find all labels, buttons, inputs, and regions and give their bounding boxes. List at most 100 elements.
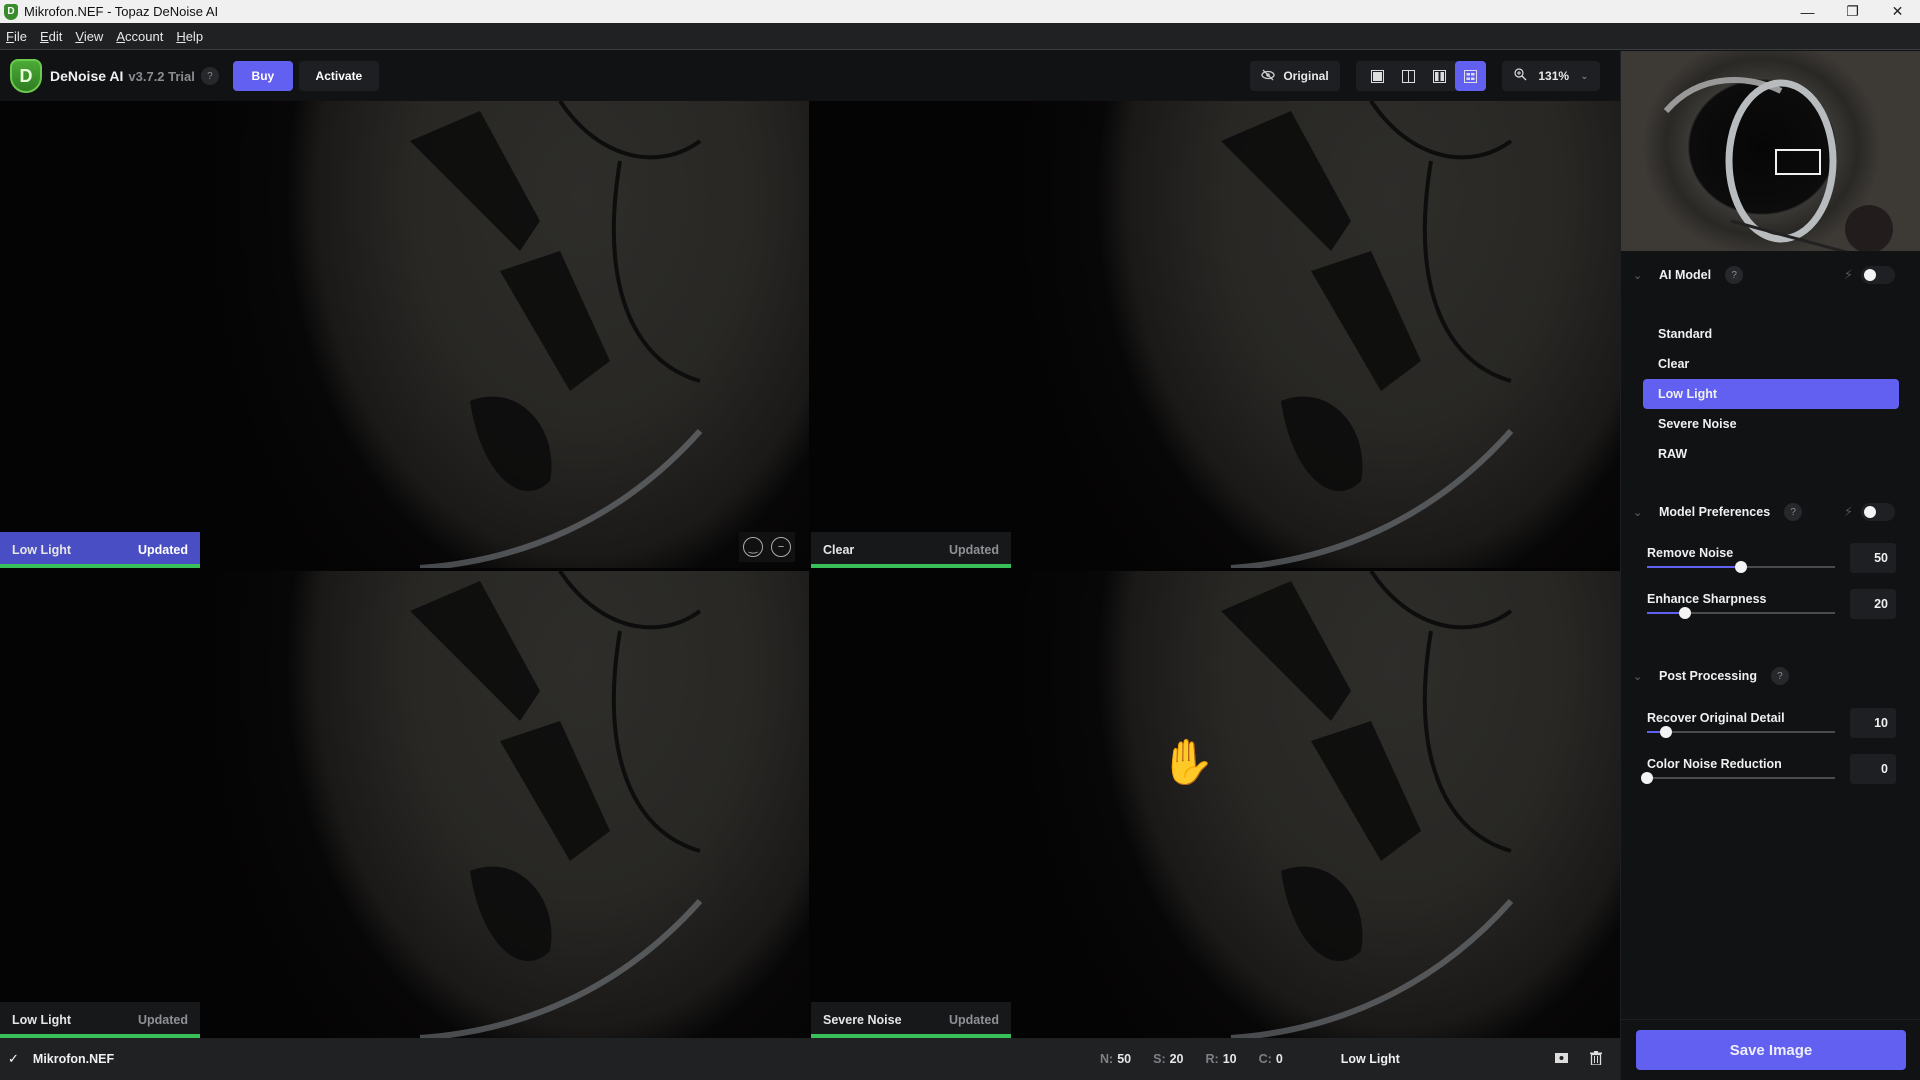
- side-by-side-view-icon: [1433, 69, 1446, 83]
- image-comparison-viewport[interactable]: Low Light Updated ‿ − Clear Updated Low …: [0, 101, 1620, 1038]
- preview-pane[interactable]: Severe Noise Updated: [811, 571, 1620, 1038]
- image-preview-icon[interactable]: [1555, 1052, 1568, 1066]
- current-model: Low Light: [1340, 1052, 1400, 1066]
- eye-off-icon: [1261, 68, 1275, 85]
- divider: [1621, 1019, 1920, 1020]
- menu-view[interactable]: View: [75, 29, 103, 44]
- window-titlebar: D Mikrofon.NEF - Topaz DeNoise AI — ❐ ✕: [0, 0, 1920, 23]
- pane-status: Updated: [138, 1013, 188, 1027]
- split-view-button[interactable]: [1393, 61, 1424, 91]
- help-icon[interactable]: ?: [1725, 266, 1744, 284]
- ai-model-list: Standard Clear Low Light Severe Noise RA…: [1643, 319, 1899, 469]
- activate-button[interactable]: Activate: [298, 61, 379, 91]
- chevron-down-icon[interactable]: ⌄: [1633, 670, 1649, 683]
- auto-bolt-icon: ⚡: [1843, 267, 1853, 282]
- slider-track[interactable]: [1647, 726, 1835, 738]
- restore-button[interactable]: ❐: [1830, 0, 1875, 23]
- comparison-grid-view-button[interactable]: [1455, 61, 1486, 91]
- model-option-severe-noise[interactable]: Severe Noise: [1643, 409, 1899, 439]
- settings-sidebar: ⌄ AI Model ? ⚡ Standard Clear Low Light …: [1620, 51, 1920, 1080]
- slider-label: Recover Original Detail: [1647, 711, 1785, 725]
- pane-progress-bar: [811, 564, 1011, 568]
- help-icon[interactable]: ?: [200, 67, 219, 85]
- preview-pane[interactable]: Clear Updated: [811, 101, 1620, 568]
- chevron-down-icon[interactable]: ⌄: [1633, 269, 1649, 282]
- checkmark-icon[interactable]: ✓: [8, 1051, 19, 1067]
- ai-model-title: AI Model: [1659, 268, 1712, 282]
- preview-image: [0, 571, 809, 1038]
- view-mode-group: [1356, 61, 1486, 91]
- toolbar: D DeNoise AI v3.7.2 Trial ? Buy Activate…: [0, 51, 1620, 101]
- slider-handle[interactable]: [1735, 561, 1747, 573]
- slider-handle[interactable]: [1641, 772, 1653, 784]
- single-view-button[interactable]: [1362, 61, 1393, 91]
- trash-icon[interactable]: [1590, 1050, 1602, 1068]
- original-toggle-button[interactable]: Original: [1250, 61, 1340, 91]
- app-name: DeNoise AI: [50, 68, 124, 84]
- slider-track[interactable]: [1647, 607, 1835, 619]
- minimize-button[interactable]: —: [1785, 0, 1830, 23]
- slider-handle[interactable]: [1659, 726, 1672, 738]
- pane-label[interactable]: Low Light Updated: [0, 1002, 200, 1038]
- file-name[interactable]: Mikrofon.NEF: [33, 1052, 114, 1066]
- side-by-side-view-button[interactable]: [1424, 61, 1455, 91]
- help-icon[interactable]: ?: [1770, 667, 1789, 685]
- pane-status: Updated: [949, 1013, 999, 1027]
- slider-track[interactable]: [1647, 561, 1835, 573]
- hand-cursor-icon: ✋: [1160, 738, 1215, 787]
- rating-controls: ‿ −: [739, 532, 795, 562]
- remove-noise-slider: Remove Noise 50: [1647, 543, 1917, 590]
- auto-bolt-icon: ⚡: [1843, 504, 1853, 519]
- stat-noise: N: 50: [1100, 1052, 1132, 1066]
- zoom-dropdown[interactable]: 131% ⌄: [1502, 61, 1600, 91]
- post-processing-title: Post Processing: [1659, 669, 1757, 683]
- slider-value-input[interactable]: 0: [1850, 754, 1896, 784]
- ai-model-section-header[interactable]: ⌄ AI Model ? ⚡: [1621, 260, 1920, 290]
- pane-label[interactable]: Clear Updated: [811, 532, 1011, 568]
- save-image-button[interactable]: Save Image: [1636, 1030, 1906, 1070]
- smile-icon[interactable]: ‿: [743, 537, 763, 557]
- help-icon[interactable]: ?: [1784, 503, 1803, 521]
- neutral-face-icon[interactable]: −: [771, 537, 791, 557]
- app-version: v3.7.2 Trial: [128, 68, 195, 84]
- pane-model-name: Severe Noise: [823, 1013, 902, 1027]
- pane-model-name: Clear: [823, 543, 855, 557]
- model-option-low-light[interactable]: Low Light: [1643, 379, 1899, 409]
- menu-account[interactable]: Account: [116, 29, 163, 44]
- buy-button[interactable]: Buy: [232, 61, 293, 91]
- color-noise-reduction-slider: Color Noise Reduction 0: [1641, 754, 1917, 801]
- slider-handle[interactable]: [1678, 607, 1691, 619]
- denoise-logo-icon: D: [10, 59, 42, 93]
- stat-sharpness: S: 20: [1153, 1052, 1184, 1066]
- zoom-in-icon: [1514, 68, 1527, 84]
- preview-pane[interactable]: Low Light Updated ‿ −: [0, 101, 809, 568]
- slider-value-input[interactable]: 50: [1850, 543, 1896, 573]
- original-label: Original: [1283, 69, 1329, 83]
- slider-track[interactable]: [1641, 772, 1835, 784]
- slider-value-input[interactable]: 20: [1850, 589, 1896, 619]
- ai-model-auto-toggle[interactable]: [1861, 266, 1895, 284]
- pane-label[interactable]: Severe Noise Updated: [811, 1002, 1011, 1038]
- app-icon: D: [4, 3, 18, 20]
- menu-file[interactable]: File: [6, 29, 27, 44]
- model-option-clear[interactable]: Clear: [1643, 349, 1899, 379]
- file-status-bar: ✓ Mikrofon.NEF N: 50 S: 20 R: 10 C: 0 Low Li…: [0, 1038, 1620, 1080]
- model-preferences-section-header[interactable]: ⌄ Model Preferences ? ⚡: [1621, 497, 1920, 527]
- menu-bar: File Edit View Account Help: [0, 23, 1920, 50]
- menu-edit[interactable]: Edit: [40, 29, 62, 44]
- close-button[interactable]: ✕: [1875, 0, 1920, 23]
- model-option-standard[interactable]: Standard: [1643, 319, 1899, 349]
- model-preferences-auto-toggle[interactable]: [1861, 503, 1895, 521]
- preview-pane[interactable]: Low Light Updated: [0, 571, 809, 1038]
- slider-value-input[interactable]: 10: [1850, 708, 1896, 738]
- slider-label: Color Noise Reduction: [1647, 757, 1782, 771]
- stat-recover: R: 10: [1205, 1052, 1237, 1066]
- stat-color: C: 0: [1258, 1052, 1283, 1066]
- pane-label[interactable]: Low Light Updated: [0, 532, 200, 568]
- chevron-down-icon[interactable]: ⌄: [1633, 506, 1649, 519]
- post-processing-section-header[interactable]: ⌄ Post Processing ?: [1621, 661, 1920, 691]
- navigator-thumbnail[interactable]: [1621, 51, 1920, 251]
- model-option-raw[interactable]: RAW: [1643, 439, 1899, 469]
- navigator-viewport-rect[interactable]: [1775, 149, 1821, 175]
- menu-help[interactable]: Help: [176, 29, 203, 44]
